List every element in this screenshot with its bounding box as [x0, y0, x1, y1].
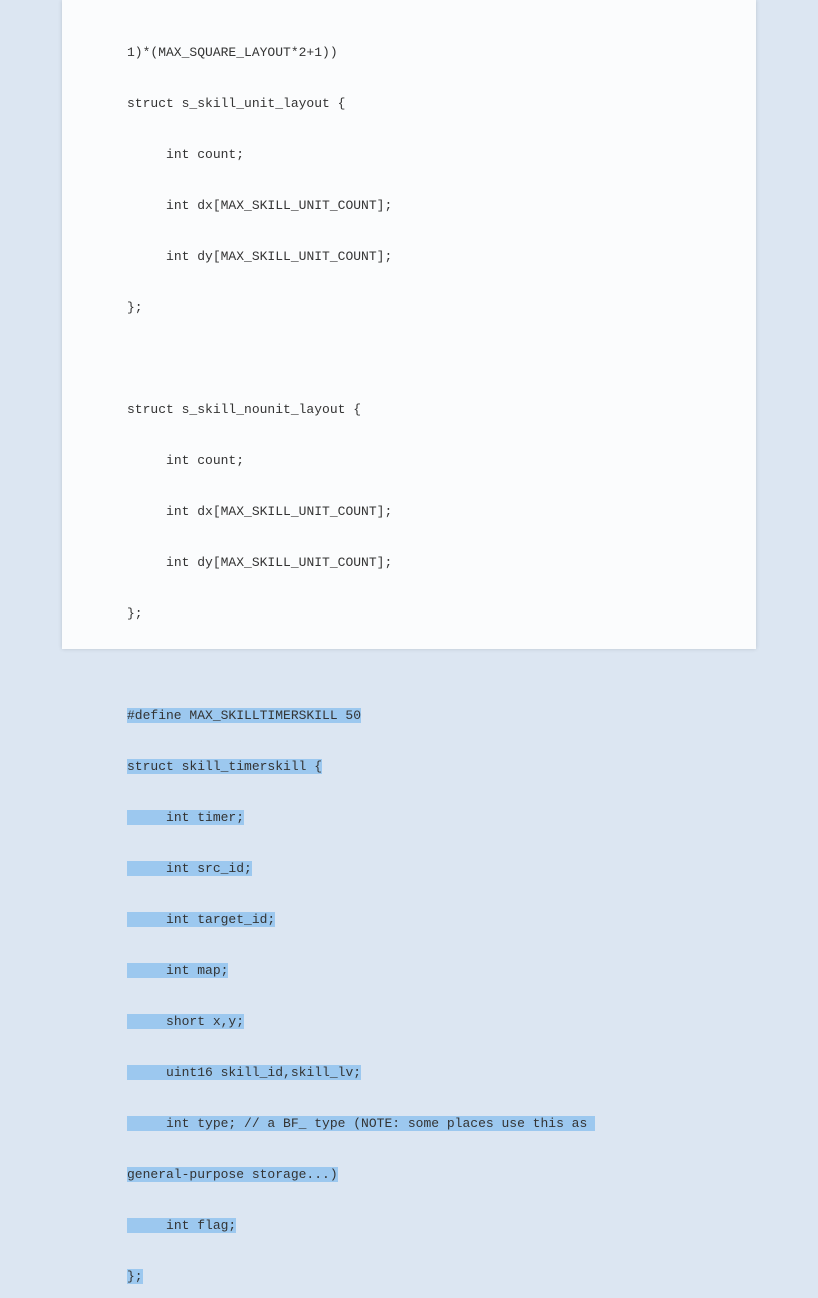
selected-code-line[interactable]: }; — [127, 1268, 746, 1285]
selected-code-line[interactable]: int src_id; — [127, 860, 746, 877]
code-line: int dy[MAX_SKILL_UNIT_COUNT]; — [127, 248, 746, 265]
code-line: struct s_skill_unit_layout { — [127, 95, 746, 112]
code-line: int dx[MAX_SKILL_UNIT_COUNT]; — [127, 197, 746, 214]
selected-code-line[interactable]: short x,y; — [127, 1013, 746, 1030]
selected-code-line[interactable]: int target_id; — [127, 911, 746, 928]
blank-line — [127, 350, 746, 367]
code-line: int count; — [127, 452, 746, 469]
selected-code-line[interactable]: struct skill_timerskill { — [127, 758, 746, 775]
code-block[interactable]: 1)*(MAX_SQUARE_LAYOUT*2+1)) struct s_ski… — [62, 10, 756, 1298]
code-line: }; — [127, 299, 746, 316]
code-line: int dy[MAX_SKILL_UNIT_COUNT]; — [127, 554, 746, 571]
selected-code-line[interactable]: int map; — [127, 962, 746, 979]
code-line: struct s_skill_nounit_layout { — [127, 401, 746, 418]
code-line: int count; — [127, 146, 746, 163]
selected-code-line[interactable]: int flag; — [127, 1217, 746, 1234]
code-line: int dx[MAX_SKILL_UNIT_COUNT]; — [127, 503, 746, 520]
code-line: 1)*(MAX_SQUARE_LAYOUT*2+1)) — [127, 44, 746, 61]
document-page: 1)*(MAX_SQUARE_LAYOUT*2+1)) struct s_ski… — [62, 0, 756, 649]
selected-code-line[interactable]: #define MAX_SKILLTIMERSKILL 50 — [127, 707, 746, 724]
code-line: }; — [127, 605, 746, 622]
selected-code-line[interactable]: int timer; — [127, 809, 746, 826]
selected-code-line[interactable]: int type; // a BF_ type (NOTE: some plac… — [127, 1115, 746, 1132]
selected-code-line[interactable]: general-purpose storage...) — [127, 1166, 746, 1183]
blank-line — [127, 656, 746, 673]
selected-code-line[interactable]: uint16 skill_id,skill_lv; — [127, 1064, 746, 1081]
